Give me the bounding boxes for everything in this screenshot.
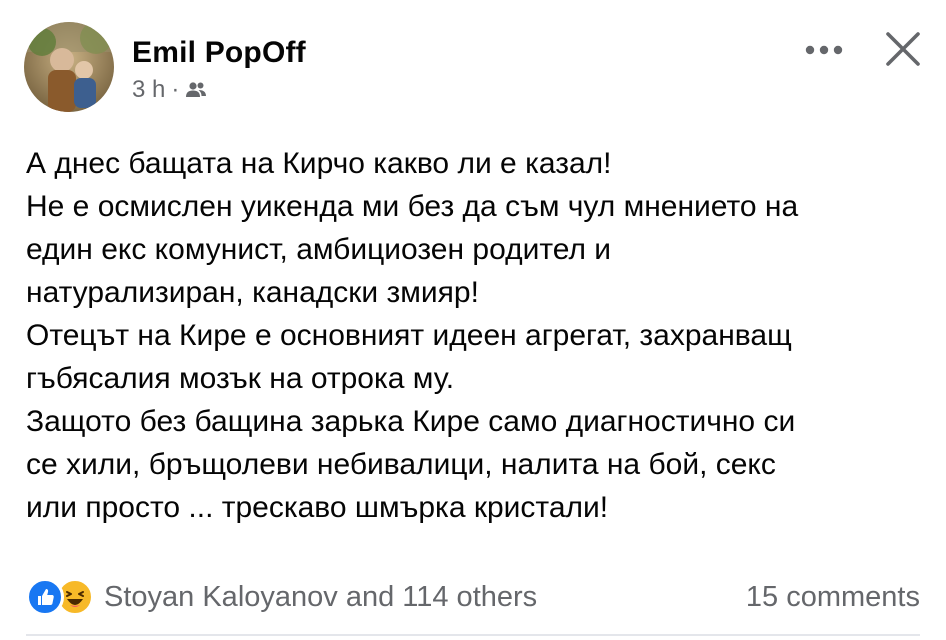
post-footer: Stoyan Kaloyanov and 114 others 15 comme…	[26, 578, 920, 616]
post-text-line: един екс комунист, амбициозен родител и	[26, 233, 612, 266]
post-text-line: Отецът на Кире е основният идеен агрегат…	[26, 319, 792, 352]
post-time[interactable]: 3 h	[132, 76, 165, 104]
post-text-line: гъбясалия мозък на отрока му.	[26, 362, 455, 395]
post-meta: Emil PopOff 3 h ·	[132, 22, 306, 104]
post-text-line: А днес бащата на Кирчо какво ли е казал!	[26, 147, 612, 180]
footer-divider	[26, 634, 920, 636]
post-subline: 3 h ·	[132, 76, 306, 104]
post-text-line: се хили, бръщолеви небивалици, налита на…	[26, 448, 776, 481]
comments-count[interactable]: 15 comments	[746, 581, 920, 614]
ellipsis-icon[interactable]	[804, 43, 844, 61]
post-body: А днес бащата на Кирчо какво ли е казал!…	[26, 142, 926, 529]
reaction-icons	[26, 578, 94, 616]
close-icon[interactable]	[884, 30, 922, 73]
author-avatar[interactable]	[24, 22, 114, 112]
post-header: Emil PopOff 3 h ·	[24, 22, 306, 112]
friends-icon	[185, 81, 207, 99]
post-text-line: или просто ... трескаво шмърка кристали!	[26, 491, 609, 524]
meta-separator: ·	[171, 76, 180, 103]
author-name[interactable]: Emil PopOff	[132, 36, 306, 70]
post-actions-top	[804, 30, 922, 73]
reactions-text[interactable]: Stoyan Kaloyanov and 114 others	[104, 581, 537, 614]
post-text-line: натурализиран, канадски змияр!	[26, 276, 479, 309]
facebook-post: Emil PopOff 3 h · А днес бащата на Кирчо…	[0, 0, 946, 640]
like-icon	[26, 578, 64, 616]
reactions-summary[interactable]: Stoyan Kaloyanov and 114 others	[26, 578, 537, 616]
post-text-line: Защото без бащина зарька Кире само диагн…	[26, 405, 796, 438]
post-text-line: Не е осмислен уикенда ми без да съм чул …	[26, 190, 799, 223]
